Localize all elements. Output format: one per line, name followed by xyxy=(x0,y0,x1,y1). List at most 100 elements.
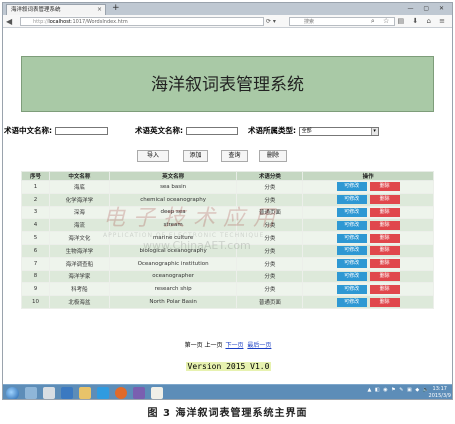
pager-prev[interactable]: 上一页 xyxy=(205,342,223,349)
toolbar-icons[interactable]: ⌕ ☆ ▤ ⬇ ⌂ ≡ xyxy=(371,16,448,27)
type-group: 术语所属类型: 全部 ▾ xyxy=(248,125,379,136)
row-delete-button[interactable]: 删除 xyxy=(369,195,400,205)
address-bar[interactable]: http://localhost:1017/WordsIndex.htm xyxy=(20,17,264,26)
explorer-icon[interactable] xyxy=(25,387,37,399)
cell-en-name: Oceanographic institution xyxy=(108,256,238,271)
cell-type: 分类 xyxy=(236,218,304,233)
vs-icon[interactable] xyxy=(61,387,73,399)
cn-name-input[interactable] xyxy=(54,127,108,135)
row-delete-button[interactable]: 删除 xyxy=(369,284,400,294)
cell-cn-name: 深海 xyxy=(48,205,110,220)
import-button[interactable]: 导入 xyxy=(137,150,169,162)
pagination: 第一页 上一页 下一页 最后一页 xyxy=(3,340,452,349)
clock-time: 13:17 xyxy=(432,386,447,392)
cn-name-label: 术语中文名称: xyxy=(4,126,52,135)
cell-type: 分类 xyxy=(236,192,304,207)
cell-en-name: oceanographer xyxy=(108,269,238,284)
taskbar: ▲ ◧ ◉ ⚑ ✎ ▣ ◆ 🔈 13:17 2015/3/9 xyxy=(3,384,452,399)
app-icon[interactable] xyxy=(133,387,145,399)
tab-title: 海洋叙词表管理系统 xyxy=(11,7,61,13)
cell-cn-name: 科考船 xyxy=(48,282,110,297)
browser-window: 海洋叙词表管理系统 × + — ▢ ✕ ◀ http://localhost:1… xyxy=(2,2,453,400)
page-content: 海洋叙词表管理系统 术语中文名称: 术语英文名称: 术语所属类型: 全部 ▾ 导… xyxy=(3,28,452,384)
cell-type: 分类 xyxy=(236,269,304,284)
row-delete-button[interactable]: 删除 xyxy=(369,182,400,192)
table-row: 8 海洋学家 oceanographer 分类 可修改 删除 xyxy=(21,269,434,284)
chevron-down-icon: ▾ xyxy=(370,127,378,135)
cell-cn-name: 海底 xyxy=(48,180,110,194)
window-controls[interactable]: — ▢ ✕ xyxy=(407,3,448,14)
system-tray[interactable]: ▲ ◧ ◉ ⚑ ✎ ▣ ◆ 🔈 xyxy=(367,387,430,393)
row-delete-button[interactable]: 删除 xyxy=(369,207,400,217)
type-select[interactable]: 全部 ▾ xyxy=(298,126,379,136)
folder-icon[interactable] xyxy=(79,387,91,399)
pager-first[interactable]: 第一页 xyxy=(185,342,203,349)
cell-actions: 可修改 删除 xyxy=(302,295,434,309)
cell-no: 10 xyxy=(21,295,50,309)
cell-en-name: chemical oceanography xyxy=(108,192,238,207)
cell-type: 分类 xyxy=(236,180,304,194)
start-icon[interactable] xyxy=(6,387,19,399)
table-row: 6 生物海洋学 biological oceanography 分类 可修改 删除 xyxy=(21,243,434,258)
nav-bar: ◀ http://localhost:1017/WordsIndex.htm ⟳… xyxy=(3,15,452,28)
row-delete-button[interactable]: 删除 xyxy=(369,259,400,269)
row-delete-button[interactable]: 删除 xyxy=(369,271,400,281)
cell-type: 分类 xyxy=(236,282,304,297)
tab-close-icon[interactable]: × xyxy=(97,5,102,15)
table-body: 1 海底 sea basin 分类 可修改 删除 2 化学海洋学 chemical oceano… xyxy=(21,180,434,309)
cell-en-name: North Polar Basin xyxy=(108,295,238,309)
header-no: 序号 xyxy=(21,171,50,181)
cell-type: 分类 xyxy=(236,256,304,271)
firefox-icon[interactable] xyxy=(115,387,127,399)
row-delete-button[interactable]: 删除 xyxy=(369,233,400,243)
row-edit-button[interactable]: 可修改 xyxy=(336,195,367,205)
cell-en-name: marine culture xyxy=(108,231,238,245)
row-edit-button[interactable]: 可修改 xyxy=(336,246,367,256)
cell-actions: 可修改 删除 xyxy=(302,269,434,284)
browser-tab[interactable]: 海洋叙词表管理系统 × xyxy=(6,4,106,15)
row-delete-button[interactable]: 删除 xyxy=(369,297,400,307)
ie-icon[interactable] xyxy=(97,387,109,399)
cell-actions: 可修改 删除 xyxy=(302,243,434,258)
row-edit-button[interactable]: 可修改 xyxy=(336,207,367,217)
pager-next[interactable]: 下一页 xyxy=(225,342,243,349)
header-actions: 操作 xyxy=(302,171,434,181)
add-button[interactable]: 添加 xyxy=(183,150,208,162)
cell-cn-name: 海流 xyxy=(48,218,110,233)
reload-icon[interactable]: ⟳ ▾ xyxy=(266,16,276,27)
table-row: 7 海洋调查船 Oceanographic institution 分类 可修改 删除 xyxy=(21,256,434,271)
row-edit-button[interactable]: 可修改 xyxy=(336,220,367,230)
clock[interactable]: 13:17 2015/3/9 xyxy=(429,386,451,399)
url-scheme: http:// xyxy=(33,19,49,25)
row-edit-button[interactable]: 可修改 xyxy=(336,271,367,281)
header-cn-name: 中文名称 xyxy=(48,171,110,181)
row-edit-button[interactable]: 可修改 xyxy=(336,233,367,243)
row-delete-button[interactable]: 删除 xyxy=(369,220,400,230)
cell-no: 5 xyxy=(21,231,50,245)
query-button[interactable]: 查询 xyxy=(221,150,248,162)
table-row: 1 海底 sea basin 分类 可修改 删除 xyxy=(21,180,434,194)
page-title: 海洋叙词表管理系统 xyxy=(21,56,434,112)
type-label: 术语所属类型: xyxy=(248,126,296,135)
row-edit-button[interactable]: 可修改 xyxy=(336,182,367,192)
cell-cn-name: 海洋调查船 xyxy=(48,256,110,271)
row-edit-button[interactable]: 可修改 xyxy=(336,259,367,269)
row-edit-button[interactable]: 可修改 xyxy=(336,297,367,307)
table-row: 9 科考船 research ship 分类 可修改 删除 xyxy=(21,282,434,297)
back-icon[interactable]: ◀ xyxy=(6,16,12,27)
new-tab-icon[interactable]: + xyxy=(112,3,120,14)
row-edit-button[interactable]: 可修改 xyxy=(336,284,367,294)
table-row: 5 海洋文化 marine culture 分类 可修改 删除 xyxy=(21,231,434,245)
cell-cn-name: 化学海洋学 xyxy=(48,192,110,207)
table-header-row: 序号 中文名称 英文名称 术语分类 操作 xyxy=(21,171,434,181)
row-delete-button[interactable]: 删除 xyxy=(369,246,400,256)
cell-en-name: research ship xyxy=(108,282,238,297)
doc-icon[interactable] xyxy=(151,387,163,399)
tab-bar: 海洋叙词表管理系统 × + — ▢ ✕ xyxy=(3,3,452,15)
cell-type: 分类 xyxy=(236,231,304,245)
type-select-value: 全部 xyxy=(301,127,312,134)
en-name-input[interactable] xyxy=(185,127,238,135)
delete-button[interactable]: 删除 xyxy=(259,150,287,162)
pager-last[interactable]: 最后一页 xyxy=(247,342,271,349)
library-icon[interactable] xyxy=(43,387,55,399)
